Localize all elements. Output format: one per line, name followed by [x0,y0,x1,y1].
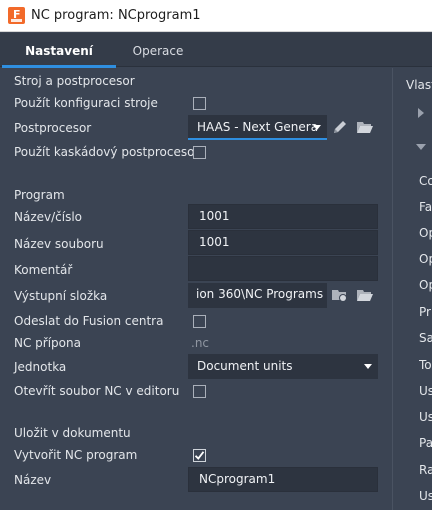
property-item[interactable]: Op [419,226,432,240]
property-item[interactable]: Op [419,252,432,266]
send-to-fusion-checkbox[interactable] [193,315,206,328]
property-item[interactable]: Us [419,410,432,424]
properties-panel: Vlast Co Fa Op Op Op Pr Sa To Us Us Pa R… [392,68,432,510]
name-number-field[interactable]: 1001 [188,204,378,229]
property-item[interactable]: To [419,358,432,372]
comment-label: Komentář [14,263,73,277]
unit-select[interactable]: Document units [188,354,378,379]
property-item[interactable]: Pr [419,305,432,319]
property-item[interactable]: Op [419,278,432,292]
checkmark-icon [194,451,205,460]
use-machine-config-checkbox[interactable] [193,97,206,110]
settings-panel: Stroj a postprocesor Použít konfiguraci … [0,68,392,510]
chevron-down-icon [364,364,372,369]
postprocessor-select[interactable]: HAAS - Next Genera [188,115,327,140]
expand-right-icon[interactable] [418,108,424,118]
tab-operace[interactable]: Operace [118,33,198,67]
doc-name-field[interactable]: NCprogram1 [188,467,378,492]
property-item[interactable]: Ra [419,463,432,477]
collapse-down-icon[interactable] [416,144,426,150]
property-item[interactable]: Pa [419,436,432,450]
file-name-label: Název souboru [14,237,104,251]
create-nc-program-label: Vytvořit NC program [14,448,138,462]
chevron-down-icon [313,125,321,130]
section-heading-document: Uložit v dokumentu [14,426,131,440]
property-item[interactable]: Sa [419,331,432,345]
postprocessor-label: Postprocesor [14,121,92,135]
open-in-editor-checkbox[interactable] [193,385,206,398]
postprocessor-value: HAAS - Next Genera [197,120,319,134]
use-cascading-post-label: Použít kaskádový postprocesor [14,145,200,159]
doc-name-label: Název [14,473,52,487]
open-in-editor-label: Otevřít soubor NC v editoru [14,384,180,398]
output-folder-label: Výstupní složka [14,289,108,303]
property-item[interactable]: Co [419,174,432,188]
window-titlebar: F NC program: NCprogram1 [0,0,432,32]
tab-bar: Nastavení Operace [0,33,432,68]
use-machine-config-label: Použít konfiguraci stroje [14,96,158,110]
send-to-fusion-label: Odeslat do Fusion centra [14,314,164,328]
property-item[interactable]: Fa [419,200,432,214]
tab-nastaveni[interactable]: Nastavení [2,33,116,68]
pencil-icon[interactable] [331,118,349,136]
folder-open-icon[interactable] [356,286,374,304]
fusion-app-icon: F [8,7,25,24]
unit-label: Jednotka [14,360,67,374]
property-item[interactable]: Us [419,384,432,398]
nc-extension-value: .nc [191,336,210,350]
section-heading-program: Program [14,188,65,202]
properties-heading: Vlast [406,78,432,92]
file-name-field[interactable]: 1001 [188,230,378,255]
folder-open-icon[interactable] [356,118,374,136]
property-item[interactable]: Us [419,489,432,503]
name-number-label: Název/číslo [14,210,83,224]
create-nc-program-checkbox[interactable] [193,449,206,462]
use-cascading-post-checkbox[interactable] [193,146,206,159]
unit-value: Document units [197,359,293,373]
comment-field[interactable] [188,256,378,281]
nc-extension-label: NC přípona [14,336,81,350]
window-title: NC program: NCprogram1 [31,8,201,23]
output-folder-field[interactable]: ion 360\NC Programs [188,283,327,308]
folder-cloud-icon[interactable] [331,286,349,304]
section-heading-machine: Stroj a postprocesor [14,74,135,88]
